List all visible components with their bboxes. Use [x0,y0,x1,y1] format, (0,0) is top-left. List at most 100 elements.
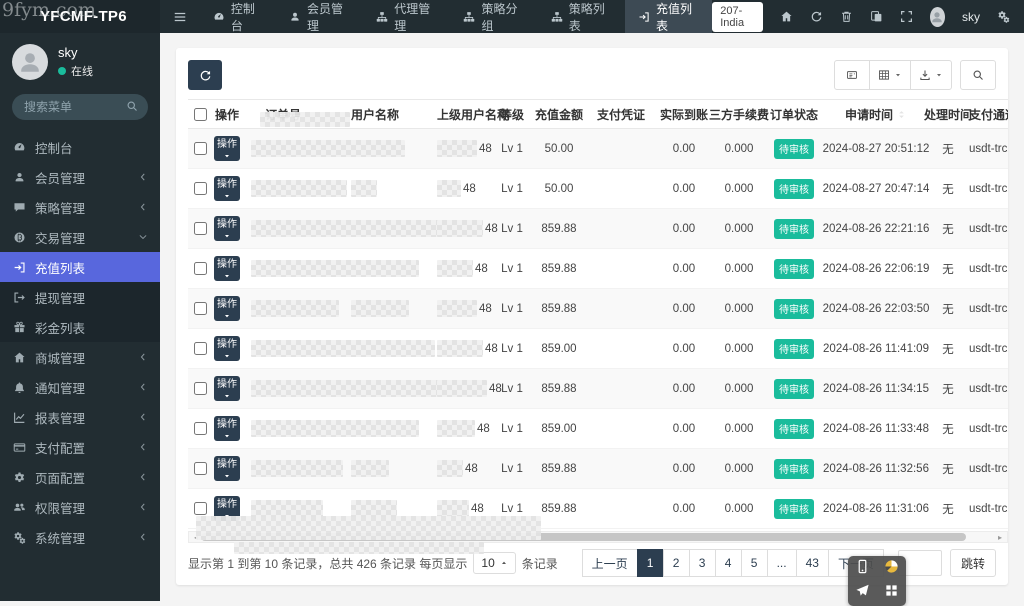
recharge-list-card: 操作订单号用户名称上级用户名称等级充值金额支付凭证实际到账三方手续费订单状态申请… [176,48,1008,585]
search-button[interactable] [960,60,996,90]
sidebar-item[interactable]: 权限管理 [0,492,160,522]
sidebar-item[interactable]: 页面配置 [0,462,160,492]
nav-tab[interactable]: 策略列表 [538,0,625,33]
row-checkbox[interactable] [194,302,207,315]
row-checkbox[interactable] [194,142,207,155]
row-checkbox[interactable] [194,262,207,275]
sidebar-item[interactable]: 交易管理 [0,222,160,252]
row-action-button[interactable]: 操作 [214,296,240,321]
row-action-button[interactable]: 操作 [214,256,240,281]
column-header[interactable]: 申请时间 [822,106,930,123]
row-checkbox[interactable] [194,342,207,355]
copy-button[interactable] [870,10,883,23]
row-action-label: 操作 [217,179,237,192]
row-checkbox[interactable] [194,222,207,235]
jump-button[interactable]: 跳转 [950,549,996,577]
prev-page-button[interactable]: 上一页 [582,549,638,577]
sidebar-item-label: 提现管理 [35,288,85,307]
sidebar-item[interactable]: 系统管理 [0,522,160,552]
level-value: Lv 1 [501,383,523,395]
home-button[interactable] [780,10,793,23]
sidebar-item[interactable]: 通知管理 [0,372,160,402]
widget-phone-button[interactable] [855,559,870,577]
payment-channel: usdt-trc2 [969,143,1008,155]
avatar[interactable] [930,7,945,27]
redacted-parent-user-name [437,380,487,397]
parent-user-suffix: 48 [479,303,492,315]
apply-time: 2024-08-26 22:21:16 [823,223,930,235]
row-action-button[interactable]: 操作 [214,336,240,361]
row-checkbox[interactable] [194,502,207,515]
process-time: 无 [942,461,954,477]
page-ellipsis[interactable]: ... [767,549,797,577]
row-action-button[interactable]: 操作 [214,136,240,161]
payment-channel: usdt-trc2 [969,303,1008,315]
nav-tab[interactable]: 充值列表 [625,0,712,33]
table-row: 操作48Lv 1859.880.000.000待审核2024-08-26 11:… [188,449,1008,489]
page-size-select[interactable]: 10 [473,552,515,574]
nav-tab[interactable]: 会员管理 [276,0,363,33]
redacted-user-name [351,340,435,357]
signin-icon [638,11,650,23]
caret-down-icon [223,392,231,400]
status-badge: 待审核 [774,499,814,519]
row-action-button[interactable]: 操作 [214,456,240,481]
received-amount: 0.00 [673,183,695,195]
topbar-username[interactable]: sky [962,10,980,24]
sidebar-item[interactable]: 策略管理 [0,192,160,222]
close-tabs-button[interactable] [840,10,853,23]
scroll-right-arrow[interactable]: ▸ [995,533,1005,542]
settings-button[interactable] [997,10,1010,23]
sidebar-item[interactable]: 商城管理 [0,342,160,372]
widget-apps-grid-button[interactable] [884,583,899,601]
redacted-area [234,542,484,554]
search-icon [972,69,984,81]
row-checkbox[interactable] [194,182,207,195]
row-action-button[interactable]: 操作 [214,176,240,201]
user-panel: sky 在线 [0,33,160,88]
floating-widget[interactable] [848,556,906,606]
caret-down-icon [223,352,231,360]
chevron-left-icon [138,502,148,512]
select-all-checkbox[interactable] [194,108,207,121]
page-button[interactable]: 2 [663,549,690,577]
page-button[interactable]: 1 [637,549,664,577]
row-action-button[interactable]: 操作 [214,216,240,241]
sidebar-item[interactable]: 支付配置 [0,432,160,462]
toggle-view-button[interactable] [834,60,870,90]
row-action-button[interactable]: 操作 [214,416,240,441]
sidebar-item[interactable]: 彩金列表 [0,312,160,342]
sidebar-item[interactable]: 充值列表 [0,252,160,282]
sidebar-item[interactable]: 控制台 [0,132,160,162]
trash-icon [840,10,853,23]
sidebar-item[interactable]: 会员管理 [0,162,160,192]
sidebar-toggle-button[interactable] [160,0,200,33]
row-checkbox[interactable] [194,462,207,475]
nav-tab-label: 控制台 [231,0,263,34]
page-button[interactable]: 43 [796,549,829,577]
received-amount: 0.00 [673,463,695,475]
page-button[interactable]: 4 [715,549,742,577]
refresh-tab-button[interactable] [810,10,823,23]
row-checkbox[interactable] [194,382,207,395]
nav-tab[interactable]: 代理管理 [363,0,450,33]
page-button[interactable]: 5 [741,549,768,577]
fullscreen-button[interactable] [900,10,913,23]
row-action-button[interactable]: 操作 [214,376,240,401]
chart-icon [12,411,26,424]
sidebar-item[interactable]: 报表管理 [0,402,160,432]
nav-tab[interactable]: 控制台 [200,0,276,33]
widget-plane-button[interactable] [855,583,870,601]
redacted-area [196,516,541,540]
widget-chat-app-button[interactable] [884,559,899,577]
user-icon [289,11,301,23]
row-checkbox[interactable] [194,422,207,435]
nav-tab[interactable]: 策略分组 [450,0,537,33]
page-button[interactable]: 3 [689,549,716,577]
sidebar-item[interactable]: 提现管理 [0,282,160,312]
refresh-button[interactable] [188,60,222,90]
chevron-left-icon [138,412,148,422]
columns-button[interactable] [869,60,911,90]
sidebar-search-input[interactable] [22,99,126,115]
export-button[interactable] [910,60,952,90]
